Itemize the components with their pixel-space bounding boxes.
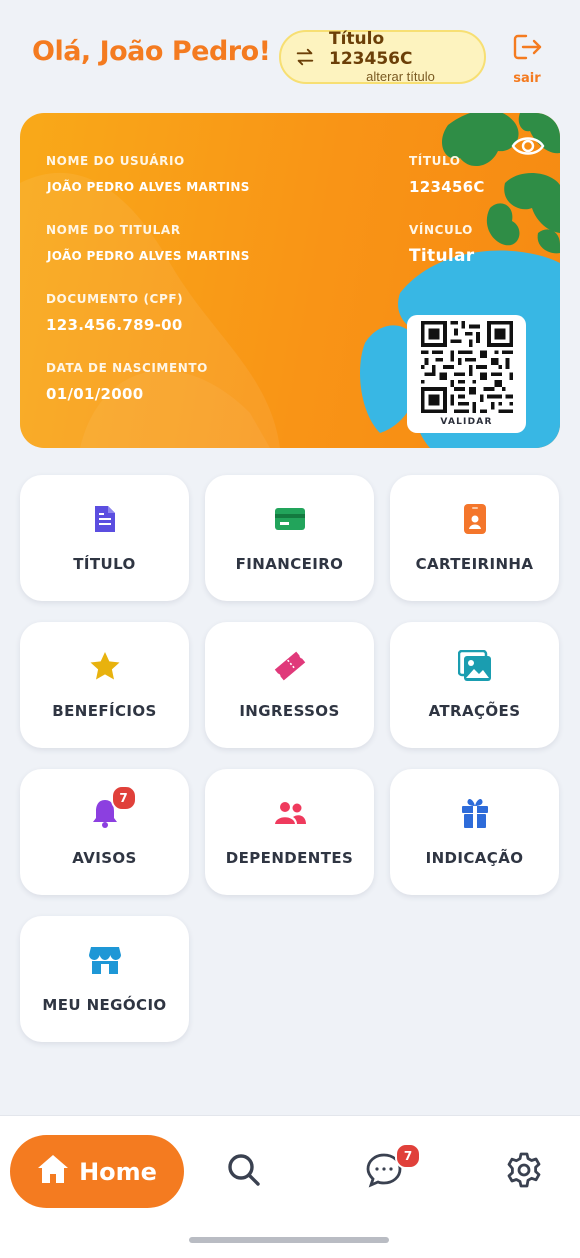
chat-notification-badge: 7 xyxy=(395,1143,421,1169)
membership-card: NOME DO USUÁRIO JOÃO PEDRO ALVES MARTINS… xyxy=(20,113,560,448)
nav-home-label: Home xyxy=(79,1157,157,1186)
credit-card-icon xyxy=(274,503,306,535)
ticket-icon xyxy=(273,650,307,682)
bond-value: Titular xyxy=(409,246,475,266)
users-icon xyxy=(273,797,307,829)
bond-label: VÍNCULO xyxy=(409,223,473,237)
title-value: 123456C xyxy=(409,178,485,196)
switch-title-button[interactable]: Título 123456C alterar título xyxy=(279,29,486,84)
menu-carteirinha-label: CARTEIRINHA xyxy=(415,555,534,573)
logout-button[interactable]: sair xyxy=(508,32,546,86)
menu-beneficios[interactable]: BENEFÍCIOS xyxy=(20,622,189,748)
menu-avisos[interactable]: 7 AVISOS xyxy=(20,769,189,895)
validate-qr-button[interactable]: VALIDAR xyxy=(407,315,526,433)
bell-icon: 7 xyxy=(91,785,137,829)
system-home-indicator xyxy=(189,1237,389,1243)
menu-ingressos[interactable]: INGRESSOS xyxy=(205,622,374,748)
menu-avisos-label: AVISOS xyxy=(72,849,137,867)
document-value: 123.456.789-00 xyxy=(46,316,183,334)
menu-atracoes-label: ATRAÇÕES xyxy=(428,702,521,720)
swap-icon xyxy=(281,46,329,68)
birth-date-label: DATA DE NASCIMENTO xyxy=(46,361,208,375)
user-name-value: JOÃO PEDRO ALVES MARTINS xyxy=(47,180,250,194)
validate-label: VALIDAR xyxy=(440,417,493,427)
menu-carteirinha[interactable]: CARTEIRINHA xyxy=(390,475,559,601)
menu-atracoes[interactable]: ATRAÇÕES xyxy=(390,622,559,748)
menu-beneficios-label: BENEFÍCIOS xyxy=(52,702,157,720)
menu-financeiro[interactable]: FINANCEIRO xyxy=(205,475,374,601)
menu-titulo-label: TÍTULO xyxy=(73,555,136,573)
menu-indicacao-label: INDICAÇÃO xyxy=(425,849,524,867)
nav-home-button[interactable]: Home xyxy=(10,1135,184,1208)
logout-icon xyxy=(511,32,543,67)
menu-meu-negocio[interactable]: MEU NEGÓCIO xyxy=(20,916,189,1042)
menu-meu-negocio-label: MEU NEGÓCIO xyxy=(42,996,167,1014)
current-title: Título 123456C xyxy=(329,29,413,69)
store-icon xyxy=(88,944,121,976)
home-icon xyxy=(37,1154,69,1189)
qr-code-icon xyxy=(421,321,513,413)
menu-titulo[interactable]: TÍTULO xyxy=(20,475,189,601)
menu-indicacao[interactable]: INDICAÇÃO xyxy=(390,769,559,895)
menu-dependentes[interactable]: DEPENDENTES xyxy=(205,769,374,895)
avisos-notification-badge: 7 xyxy=(110,785,137,811)
document-label: DOCUMENTO (CPF) xyxy=(46,292,184,306)
nav-settings-icon[interactable] xyxy=(506,1152,542,1193)
nav-chat-icon[interactable]: 7 xyxy=(366,1143,421,1193)
image-gallery-icon xyxy=(457,650,492,682)
title-label: TÍTULO xyxy=(409,154,461,168)
gift-icon xyxy=(460,797,490,829)
logout-label: sair xyxy=(513,71,541,86)
menu-ingressos-label: INGRESSOS xyxy=(239,702,340,720)
birth-date-value: 01/01/2000 xyxy=(46,385,144,403)
document-icon xyxy=(93,503,117,535)
toggle-visibility-eye-icon[interactable] xyxy=(511,133,545,164)
menu-financeiro-label: FINANCEIRO xyxy=(235,555,344,573)
phone-id-icon xyxy=(463,503,487,535)
change-title-label: alterar título xyxy=(366,69,435,84)
greeting-title: Olá, João Pedro! xyxy=(32,36,271,67)
star-icon xyxy=(89,650,121,682)
menu-dependentes-label: DEPENDENTES xyxy=(225,849,354,867)
holder-name-value: JOÃO PEDRO ALVES MARTINS xyxy=(47,249,250,263)
holder-name-label: NOME DO TITULAR xyxy=(46,223,181,237)
nav-search-icon[interactable] xyxy=(227,1152,261,1193)
user-name-label: NOME DO USUÁRIO xyxy=(46,154,185,168)
